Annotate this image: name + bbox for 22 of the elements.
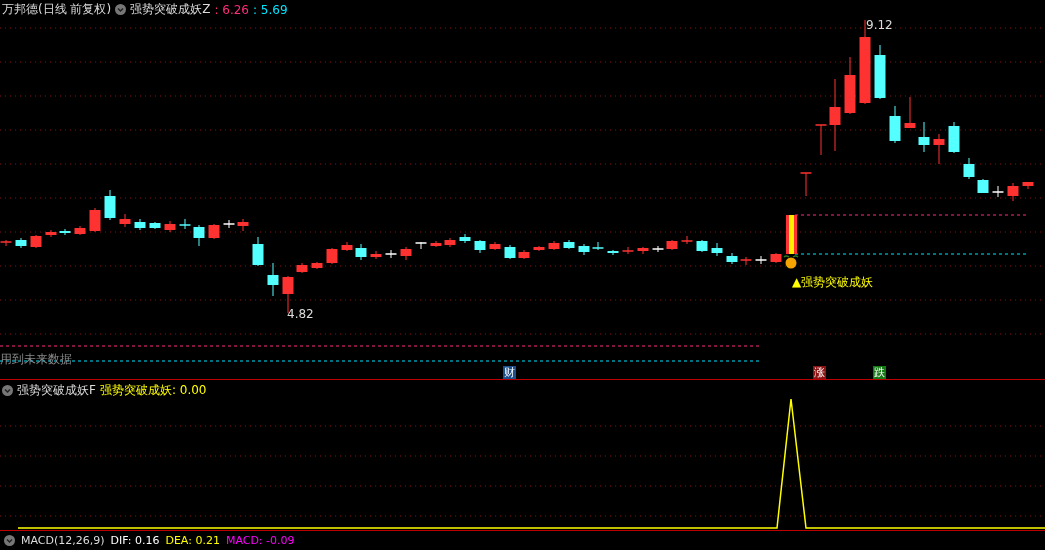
indicator-value: DEA: 0.21: [165, 533, 220, 547]
future-data-warning: 用到未来数据: [0, 353, 72, 367]
signal-label: ▲强势突破成妖: [792, 276, 874, 290]
fruit-icon: [783, 255, 799, 269]
dropdown-icon[interactable]: [115, 4, 127, 15]
indicator-value: DIF: 0.16: [110, 533, 160, 547]
event-marker[interactable]: 跌: [873, 366, 886, 379]
dropdown-icon[interactable]: [2, 385, 13, 396]
indicator-name: 强势突破成妖Z: [130, 1, 211, 18]
indicator-value: 强势突破成妖: 0.00: [99, 382, 207, 399]
event-marker[interactable]: 财: [503, 366, 516, 379]
indicator-value: : 6.26: [214, 2, 249, 17]
dropdown-icon[interactable]: [4, 534, 15, 546]
indicator-value: : 5.69: [253, 2, 288, 17]
event-marker[interactable]: 涨: [813, 366, 826, 379]
low-price-label: 4.82: [287, 308, 314, 322]
high-price-label: 9.12: [866, 19, 893, 33]
stock-title: 万邦德(日线 前复权): [2, 1, 112, 18]
indicator-value: MACD: -0.09: [225, 533, 295, 547]
signal-bar: [786, 215, 797, 254]
indicator-name: 强势突破成妖F: [17, 382, 96, 399]
indicator-name: MACD(12,26,9): [21, 533, 105, 547]
